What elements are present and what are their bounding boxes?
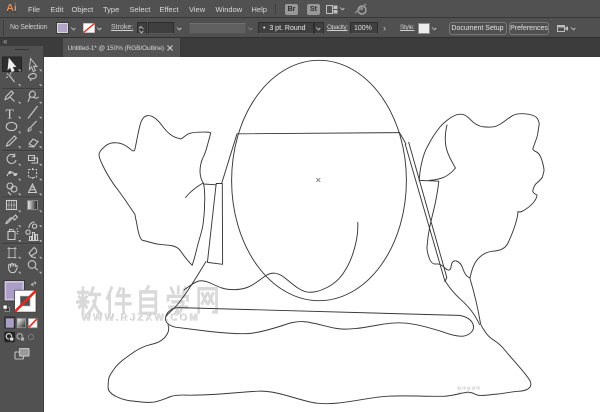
svg-text:T: T xyxy=(6,107,15,122)
